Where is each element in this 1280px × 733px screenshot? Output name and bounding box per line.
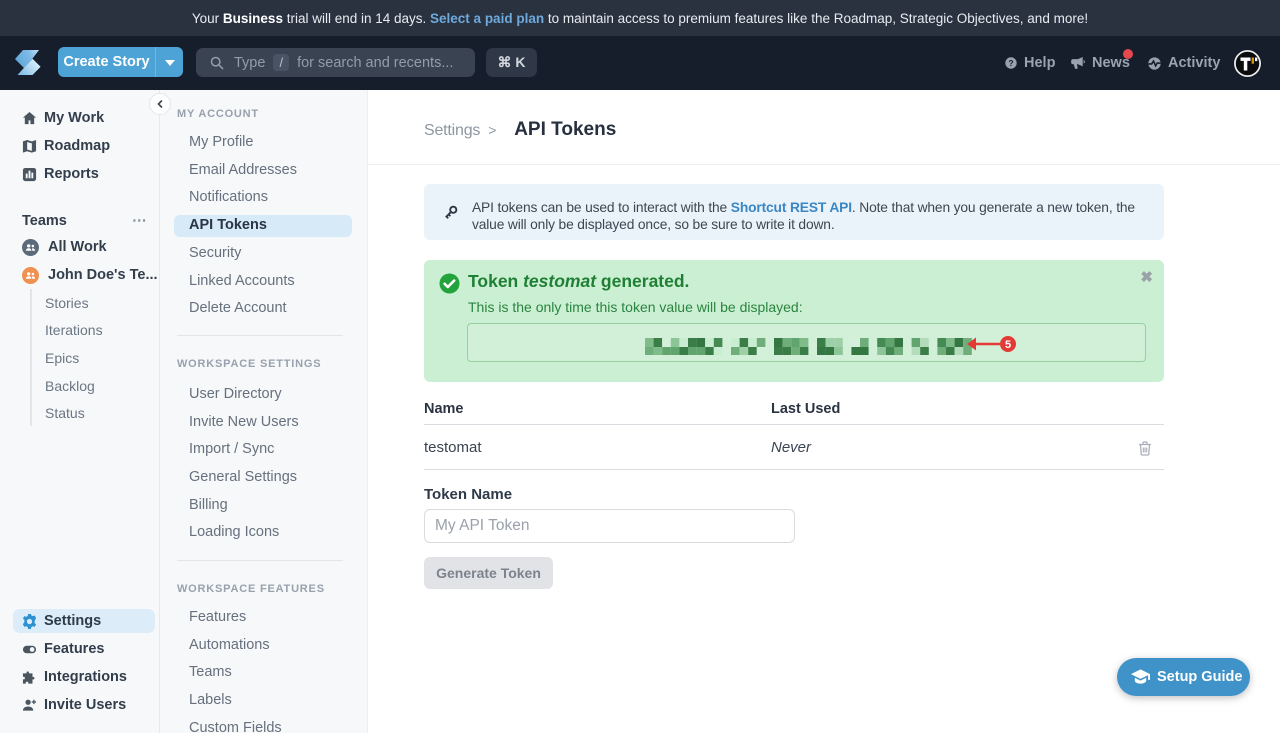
svg-text:?: ? [1008, 59, 1013, 68]
svg-text:5: 5 [1005, 339, 1011, 351]
